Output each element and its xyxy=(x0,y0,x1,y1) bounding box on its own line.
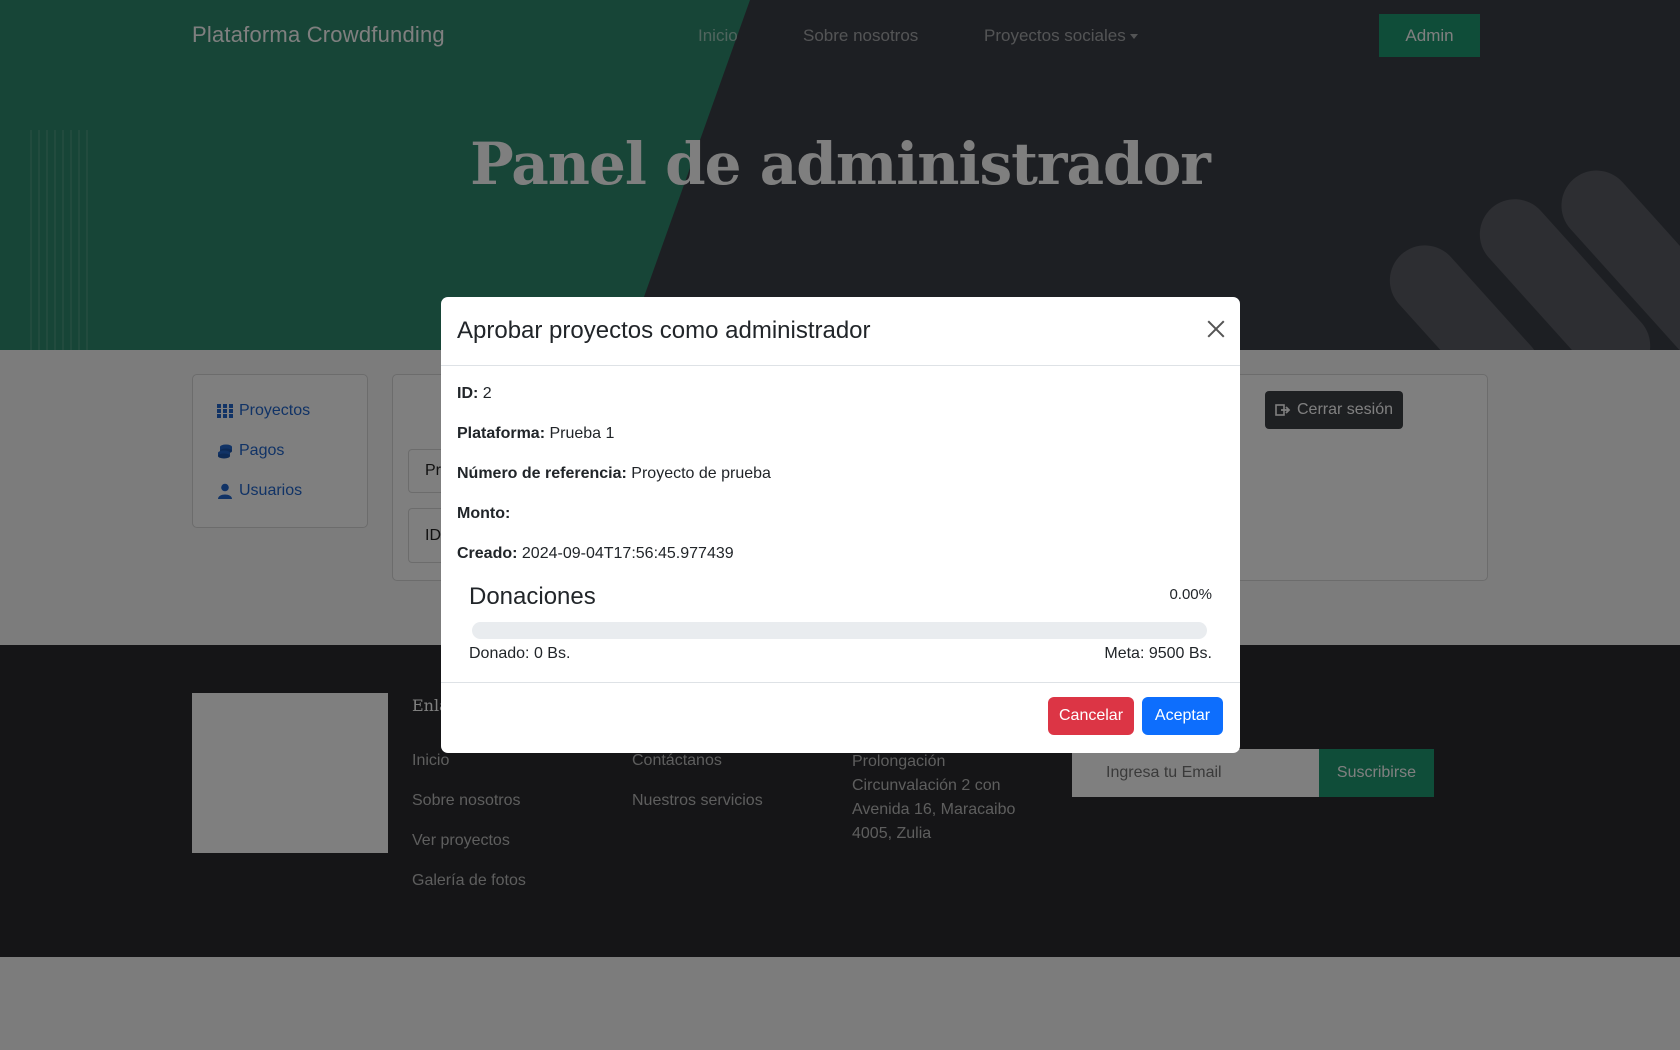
field-value: 2 xyxy=(482,385,492,402)
field-value: Proyecto de prueba xyxy=(631,465,771,482)
donations-donated: Donado: 0 Bs. xyxy=(469,645,571,662)
field-plataforma: Plataforma: Prueba 1 xyxy=(457,425,614,443)
field-value: Prueba 1 xyxy=(549,425,615,442)
field-value: 2024-09-04T17:56:45.977439 xyxy=(521,545,734,562)
donations-progress-bar xyxy=(472,622,1207,639)
field-label: ID: xyxy=(457,385,479,402)
close-icon[interactable] xyxy=(1204,317,1228,341)
accept-button[interactable]: Aceptar xyxy=(1142,697,1223,735)
modal-header: Aprobar proyectos como administrador xyxy=(441,297,1240,366)
field-creado: Creado: 2024-09-04T17:56:45.977439 xyxy=(457,545,734,563)
field-label: Monto: xyxy=(457,505,511,522)
field-monto: Monto: xyxy=(457,505,510,523)
field-id: ID: 2 xyxy=(457,385,492,403)
field-label: Plataforma: xyxy=(457,425,546,442)
donations-percent: 0.00% xyxy=(1169,586,1212,603)
modal-title: Aprobar proyectos como administrador xyxy=(457,317,871,344)
modal-footer: Cancelar Aceptar xyxy=(441,682,1240,753)
field-numero-referencia: Número de referencia: Proyecto de prueba xyxy=(457,465,771,483)
donations-goal: Meta: 9500 Bs. xyxy=(1104,645,1212,662)
field-label: Creado: xyxy=(457,545,518,562)
donations-title: Donaciones xyxy=(469,583,596,610)
field-label: Número de referencia: xyxy=(457,465,627,482)
approve-project-modal: Aprobar proyectos como administrador ID:… xyxy=(441,297,1240,753)
cancel-button[interactable]: Cancelar xyxy=(1048,697,1134,735)
